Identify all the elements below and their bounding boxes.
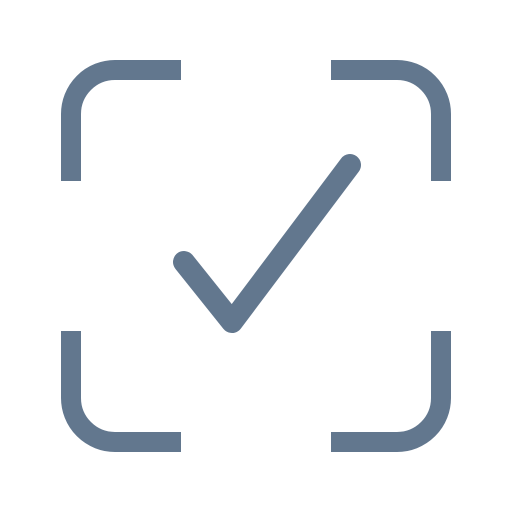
scan-check-icon: [61, 60, 451, 452]
corner-bottom-right: [331, 331, 451, 452]
corner-top-left: [61, 60, 181, 181]
scan-frame-corners: [61, 60, 451, 452]
icon-canvas: [0, 0, 512, 512]
checkmark-icon: [173, 154, 361, 333]
corner-bottom-left: [61, 331, 181, 452]
